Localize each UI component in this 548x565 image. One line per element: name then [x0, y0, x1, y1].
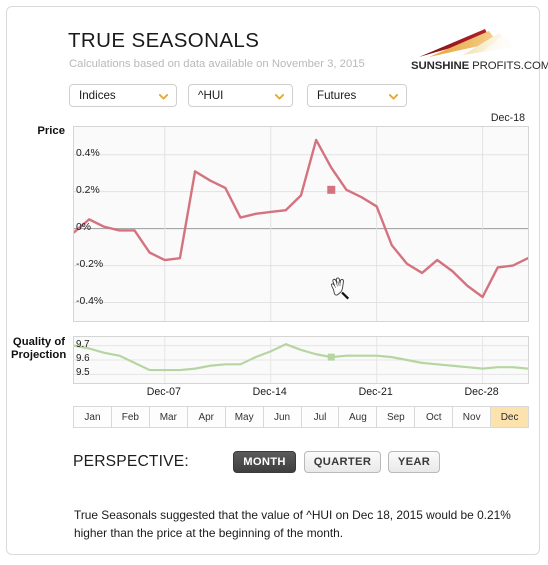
quality-chart-svg — [74, 337, 528, 383]
month-feb[interactable]: Feb — [111, 406, 150, 428]
perspective-year-button[interactable]: YEAR — [388, 451, 440, 473]
xtick-dec-14: Dec-14 — [252, 386, 287, 398]
page-subtitle: Calculations based on data available on … — [69, 58, 365, 70]
month-selector[interactable]: Jan Feb Mar Apr May Jun Jul Aug Sep Oct Nov Dec — [73, 406, 530, 428]
chevron-down-icon — [388, 94, 399, 100]
month-jan[interactable]: Jan — [73, 406, 112, 428]
xtick-dec-28: Dec-28 — [464, 386, 499, 398]
perspective-label: PERSPECTIVE: — [73, 453, 189, 470]
summary-text: True Seasonals suggested that the value … — [74, 508, 511, 540]
month-may[interactable]: May — [225, 406, 264, 428]
logo-word-sunshine: SUNSHINE — [411, 60, 473, 72]
price-ytick-1: 0.2% — [76, 184, 100, 196]
quality-axis-title-line1: Quality of — [12, 336, 65, 348]
select-indices-value: Indices — [79, 89, 116, 102]
logo-mark-icon — [419, 29, 515, 57]
perspective-quarter-button[interactable]: QUARTER — [304, 451, 381, 473]
true-seasonals-panel: TRUE SEASONALS Calculations based on dat… — [6, 6, 548, 555]
quality-axis-title: Quality of Projection — [11, 336, 67, 361]
price-ytick-3: -0.2% — [76, 258, 104, 270]
quality-ytick-2: 9.5 — [76, 367, 90, 379]
xtick-dec-21: Dec-21 — [358, 386, 393, 398]
month-mar[interactable]: Mar — [149, 406, 188, 428]
quality-ytick-1: 9.6 — [76, 353, 90, 364]
month-aug[interactable]: Aug — [339, 406, 378, 428]
price-chart[interactable] — [73, 126, 529, 322]
select-symbol[interactable]: ^HUI — [188, 84, 293, 107]
select-symbol-value: ^HUI — [198, 89, 224, 102]
month-dec[interactable]: Dec — [491, 406, 530, 428]
selected-date-label: Dec-18 — [490, 112, 525, 124]
price-ytick-2: 0% — [76, 221, 92, 233]
month-sep[interactable]: Sep — [377, 406, 416, 428]
quality-ytick-0: 9.7 — [76, 338, 90, 350]
month-jul[interactable]: Jul — [301, 406, 340, 428]
month-nov[interactable]: Nov — [453, 406, 492, 428]
logo-wordmark: SUNSHINE PROFITS.COM — [411, 60, 548, 72]
page-title: TRUE SEASONALS — [68, 29, 260, 52]
logo-word-profits: PROFITS.COM — [472, 60, 548, 72]
price-axis-title: Price — [37, 125, 65, 137]
select-market[interactable]: Futures — [307, 84, 407, 107]
month-oct[interactable]: Oct — [415, 406, 454, 428]
select-indices[interactable]: Indices — [69, 84, 177, 107]
select-market-value: Futures — [317, 89, 357, 102]
month-jun[interactable]: Jun — [263, 406, 302, 428]
quality-axis-title-line2: Projection — [11, 348, 67, 361]
price-ytick-4: -0.4% — [76, 295, 104, 307]
price-ytick-0: 0.4% — [76, 147, 100, 159]
price-chart-svg — [74, 127, 528, 321]
month-apr[interactable]: Apr — [187, 406, 226, 428]
chevron-down-icon — [274, 94, 285, 100]
perspective-month-button[interactable]: MONTH — [233, 451, 296, 473]
sunshine-profits-logo: SUNSHINE PROFITS.COM — [411, 25, 548, 75]
xtick-dec-07: Dec-07 — [146, 386, 181, 398]
quality-chart[interactable] — [73, 336, 529, 384]
grab-hand-cursor-icon — [330, 277, 349, 300]
chevron-down-icon — [158, 94, 169, 100]
